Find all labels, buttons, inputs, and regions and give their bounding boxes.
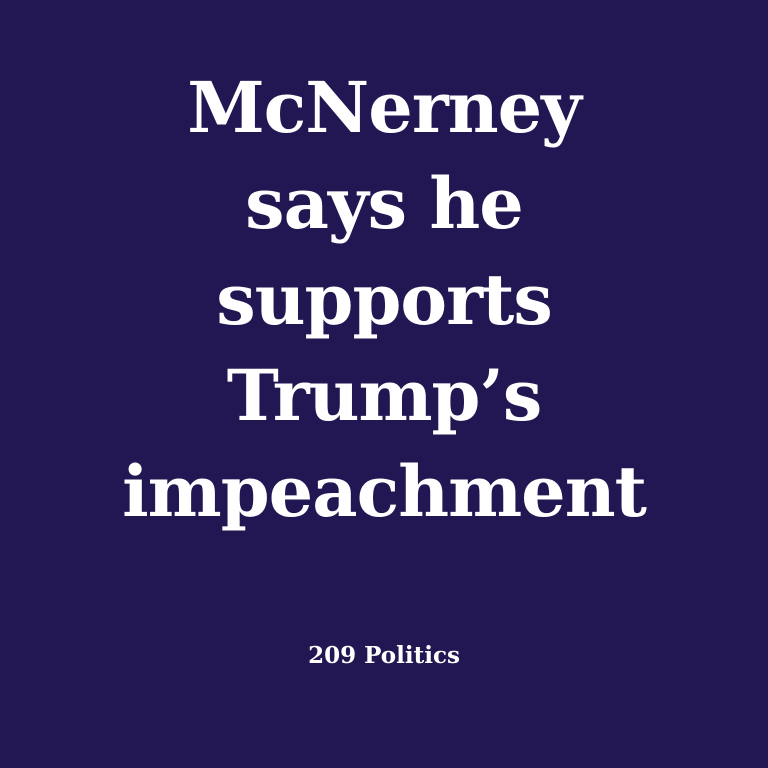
headline-line: impeachment bbox=[122, 450, 647, 533]
source-label: 209 Politics bbox=[308, 642, 460, 669]
headline-line: McNerney bbox=[187, 66, 582, 149]
headline-line: Trump’s bbox=[226, 354, 543, 437]
headline-line: supports bbox=[216, 258, 553, 341]
headline-card: McNerney says he supports Trump’s impeac… bbox=[0, 0, 768, 768]
headline: McNerney says he supports Trump’s impeac… bbox=[0, 60, 768, 540]
headline-line: says he bbox=[245, 162, 524, 245]
